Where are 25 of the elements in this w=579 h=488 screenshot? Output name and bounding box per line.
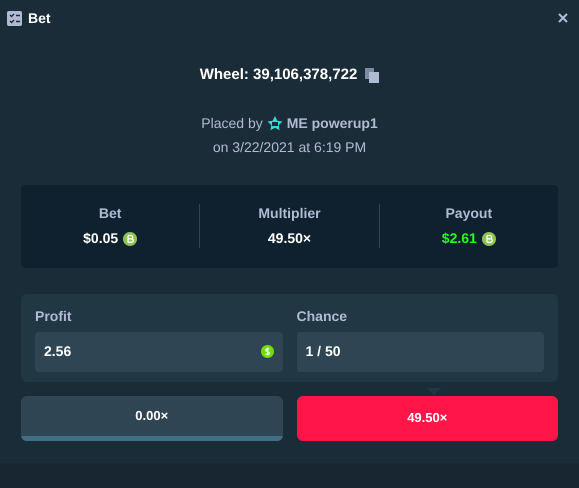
dollar-coin-icon xyxy=(260,345,274,358)
close-icon[interactable] xyxy=(558,13,568,23)
coin-icon xyxy=(482,232,496,246)
stat-value: $2.61 xyxy=(442,229,477,248)
username-link[interactable]: ME powerup1 xyxy=(286,112,378,134)
copy-icon[interactable] xyxy=(365,68,380,83)
field-label: Profit xyxy=(35,306,73,326)
window-title: Bet xyxy=(28,8,51,28)
field-label: Chance xyxy=(296,306,348,326)
outcome-segment[interactable]: 0.00× xyxy=(21,396,282,440)
checklist-icon xyxy=(7,10,22,26)
stat-label: Bet xyxy=(98,204,122,223)
pointer-icon xyxy=(427,388,442,394)
outcome-segment[interactable]: 49.50× xyxy=(296,396,558,440)
star-icon xyxy=(266,116,283,130)
placed-by-label: Placed by xyxy=(201,114,263,133)
output-field: 2.56 xyxy=(35,332,282,372)
coin-icon xyxy=(123,232,138,246)
stat-value: $0.05 xyxy=(83,229,118,248)
output-field: 1 / 50 xyxy=(296,332,544,372)
stat-value: 49.50× xyxy=(268,229,312,248)
game-id: Wheel: 39,106,378,722 xyxy=(200,65,358,85)
stat-label: Multiplier xyxy=(258,204,321,223)
placed-date: on 3/22/2021 at 6:19 PM xyxy=(212,138,366,156)
stat-label: Payout xyxy=(445,204,492,223)
